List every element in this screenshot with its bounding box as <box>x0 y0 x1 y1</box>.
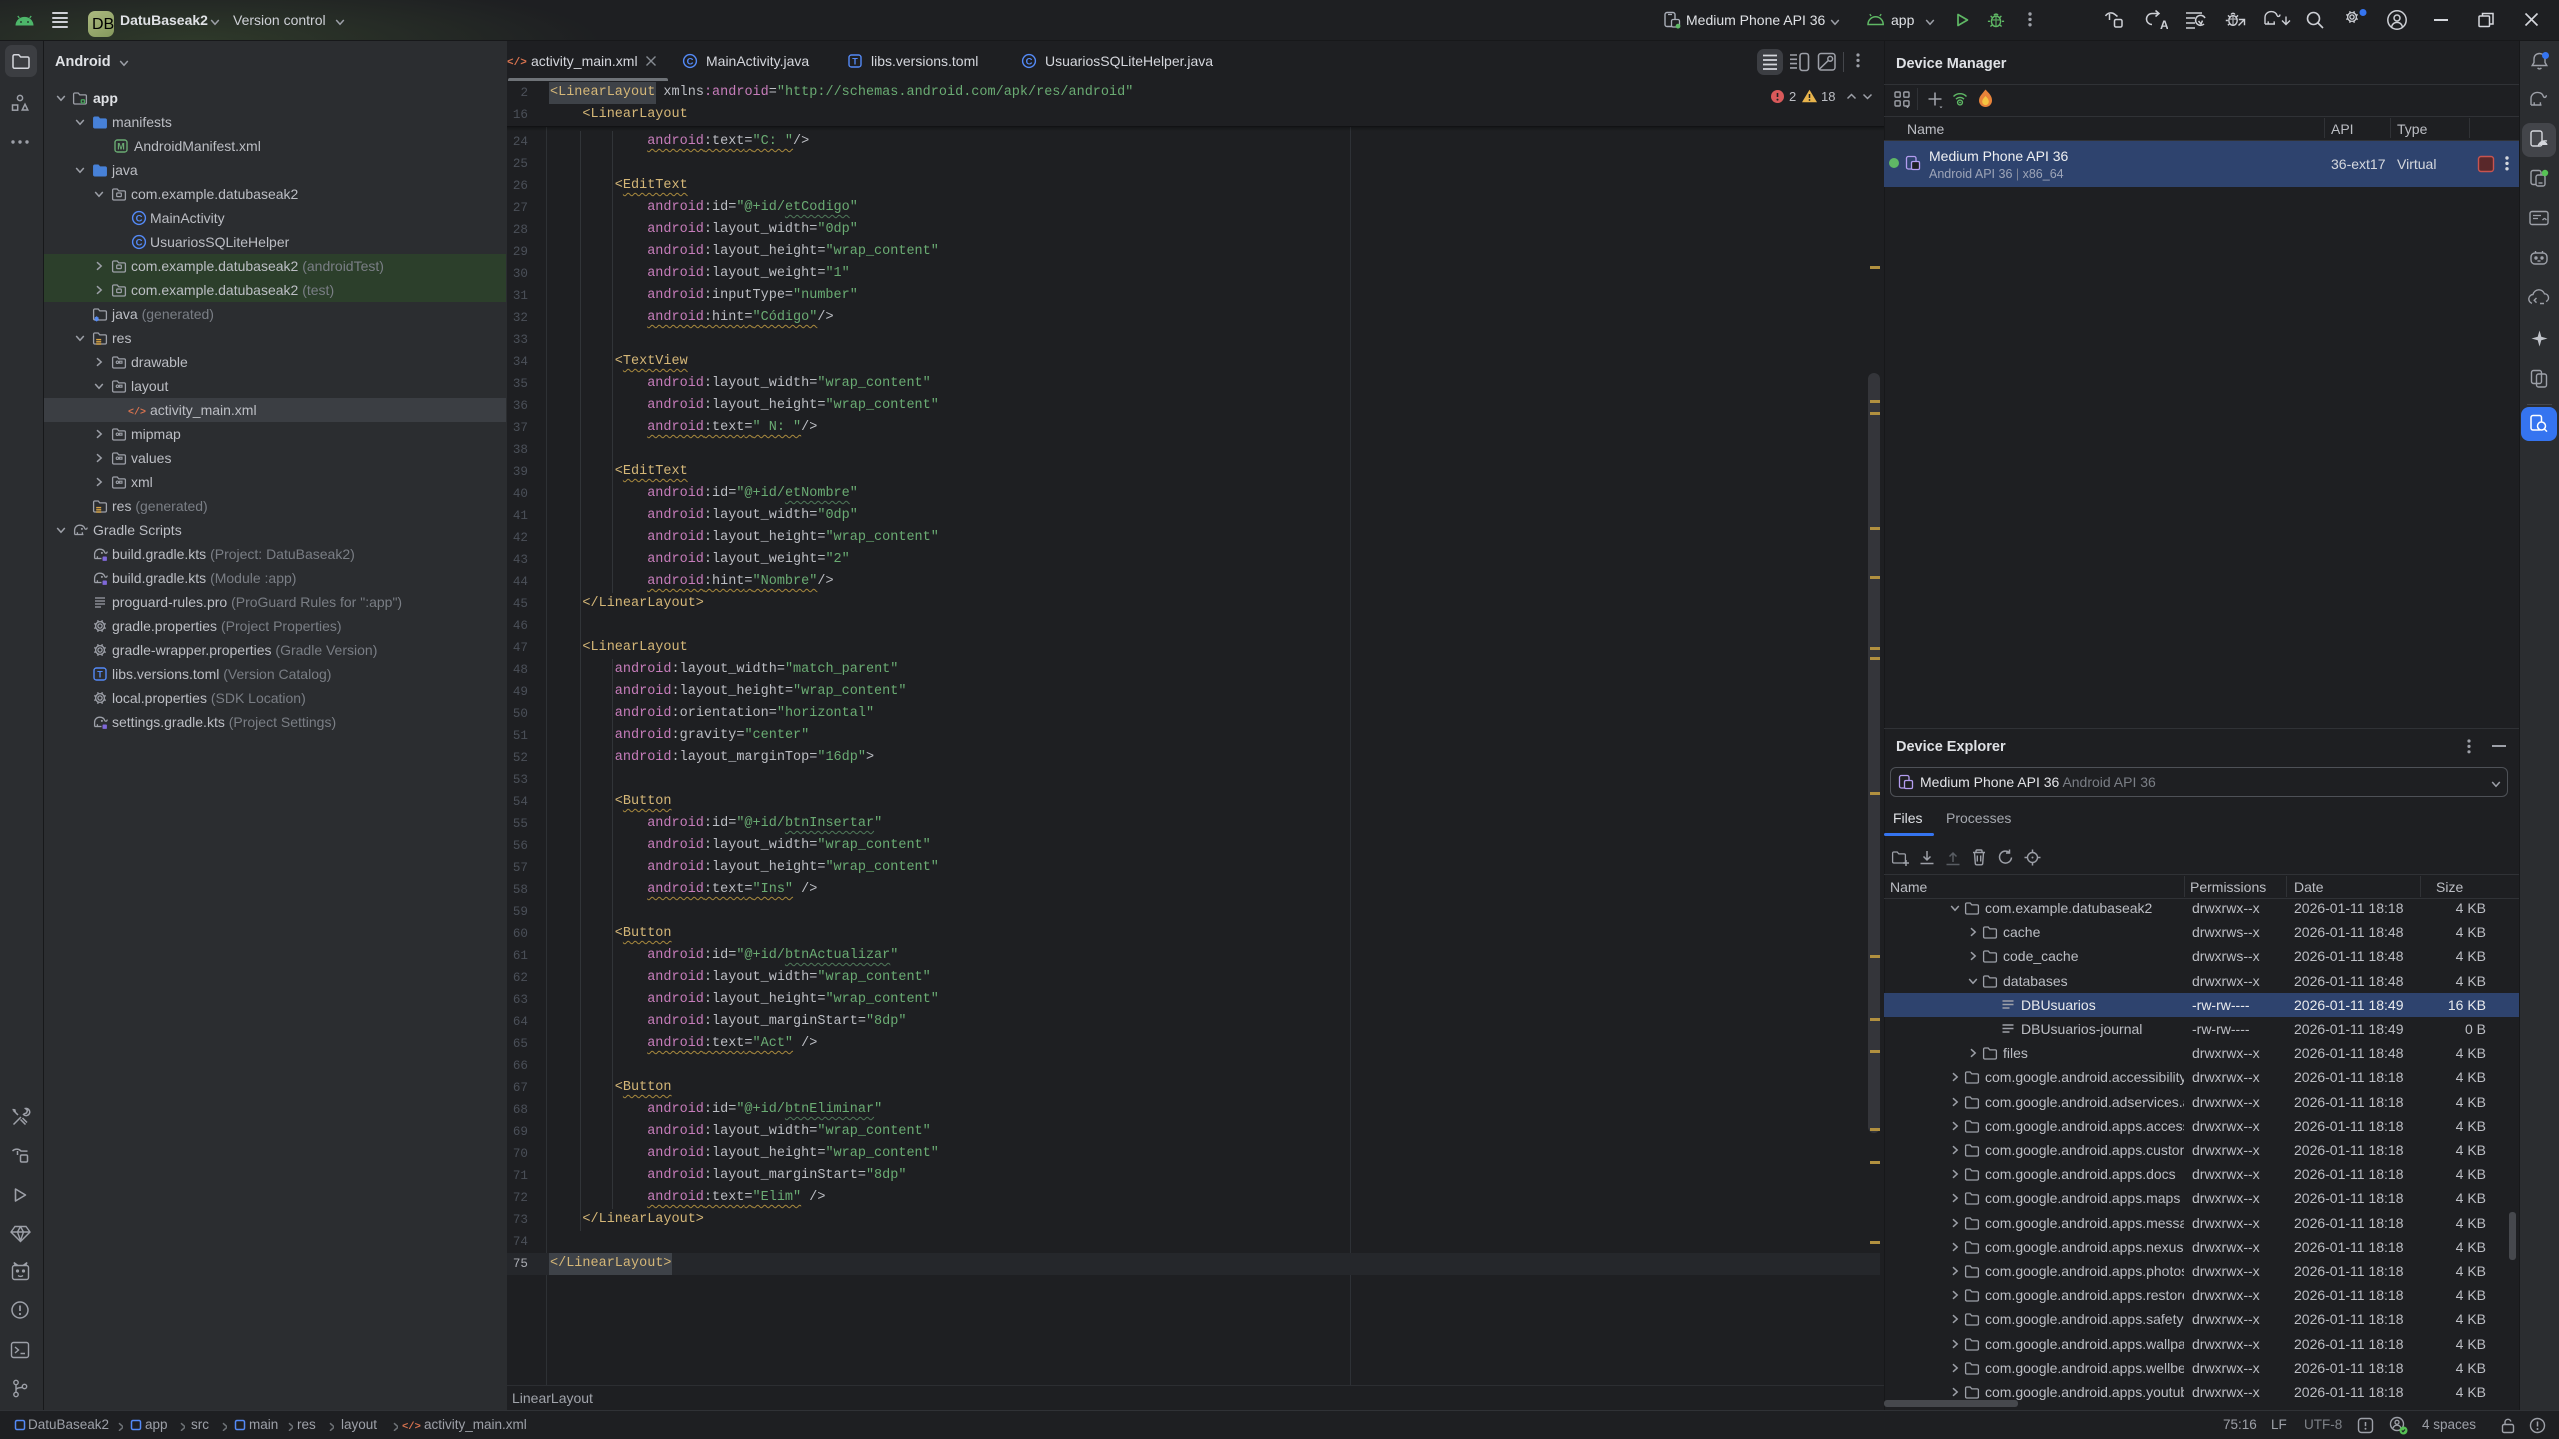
svg-text:M: M <box>117 141 125 151</box>
svg-text:T: T <box>852 56 858 66</box>
svg-text:</>: </> <box>128 407 146 419</box>
svg-text:C: C <box>1026 57 1033 68</box>
svg-text:C: C <box>687 57 694 68</box>
svg-text:C: C <box>136 214 143 225</box>
svg-text:T: T <box>97 669 103 679</box>
svg-text:</>: </> <box>402 1421 421 1433</box>
svg-text:</>: </> <box>507 57 527 68</box>
svg-text:A: A <box>2160 18 2168 31</box>
svg-text:C: C <box>136 238 143 249</box>
